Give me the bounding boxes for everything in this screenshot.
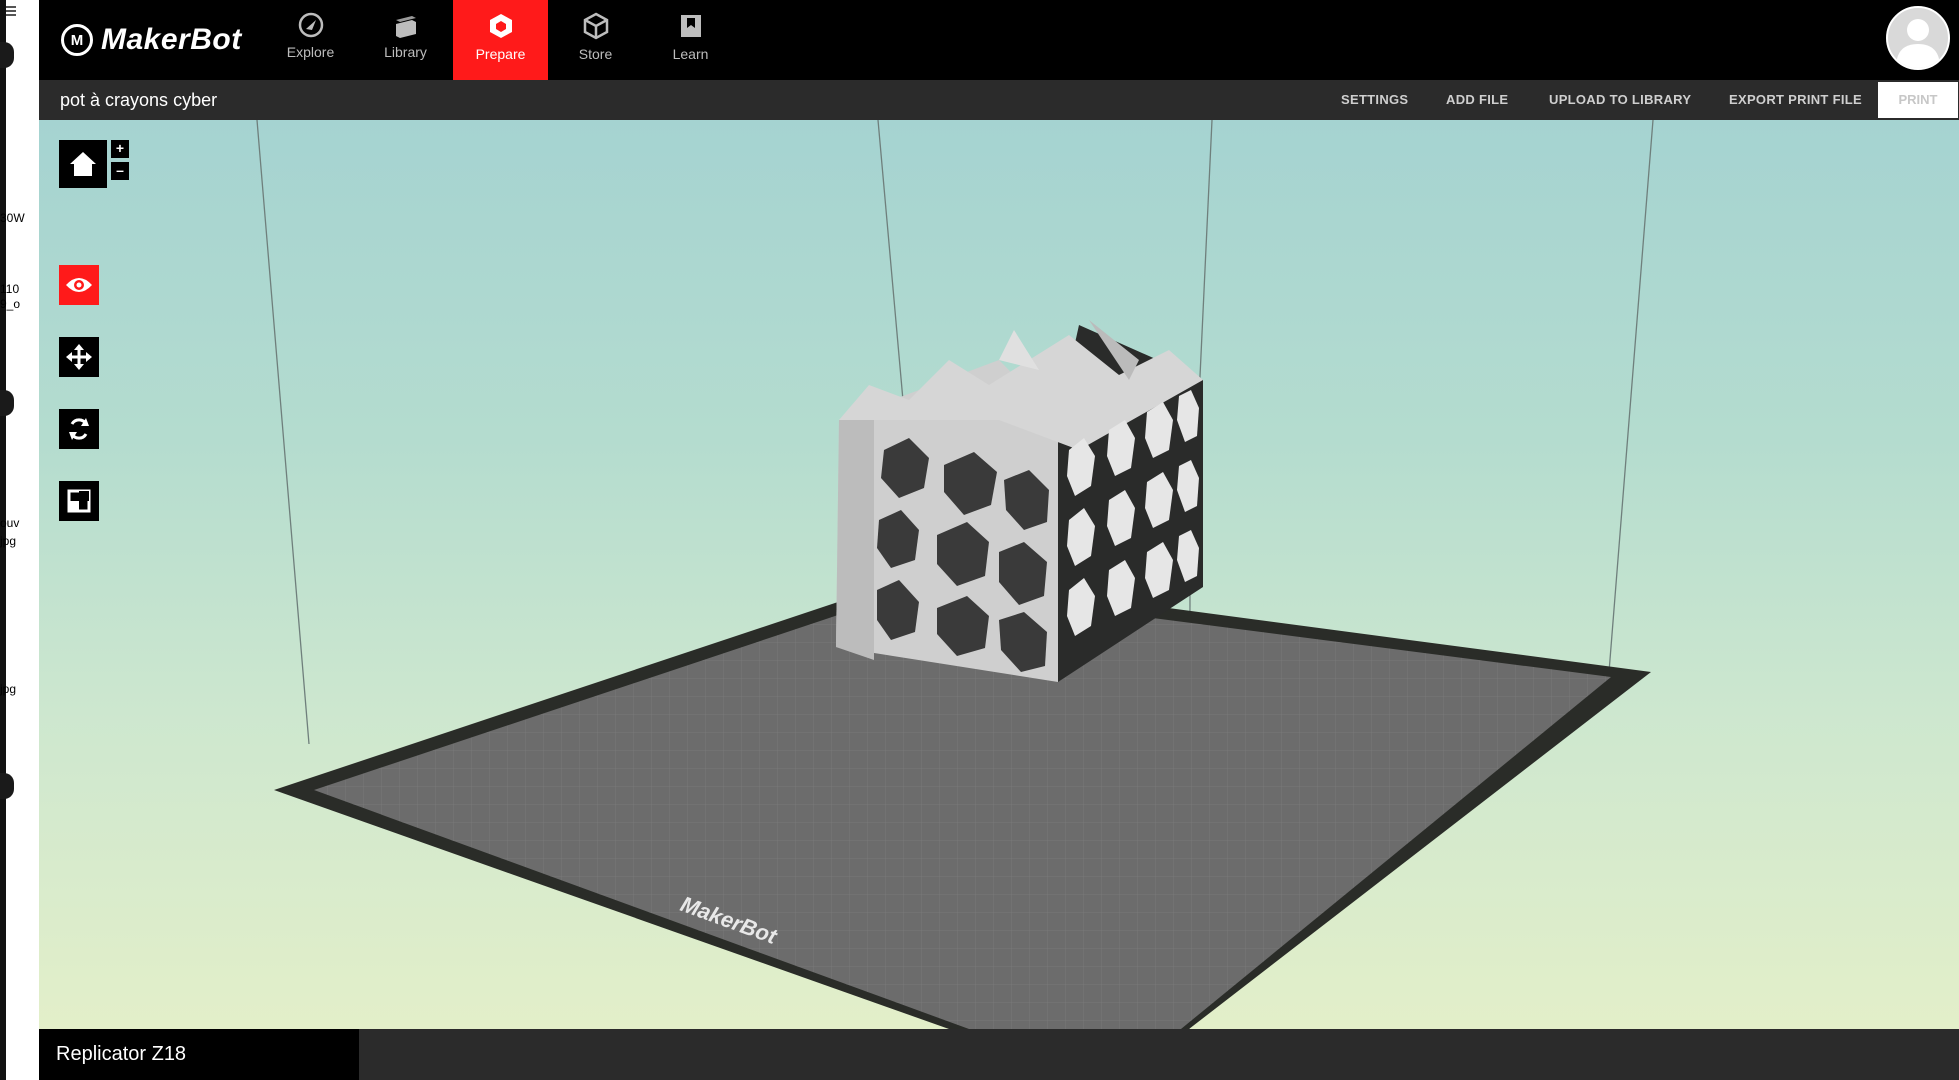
prepare-icon [489,14,512,38]
rotate-icon [69,418,89,440]
settings-button[interactable]: SETTINGS [1341,92,1408,107]
window-knob [0,390,14,416]
scale-icon [67,489,91,513]
desktop-file-label[interactable]: ouv [0,517,19,530]
rotate-tool-button[interactable] [59,409,99,449]
build-scene: MakerBot [256,120,1654,1029]
export-print-file-button[interactable]: EXPORT PRINT FILE [1729,92,1862,107]
top-navigation: M MakerBot Explore Library Prepare Store… [39,0,1959,80]
print-button[interactable]: PRINT [1878,82,1958,118]
nav-explore[interactable]: Explore [263,0,358,80]
makerbot-logo-icon: M [61,24,93,56]
desktop-file-label[interactable]: jpg [0,535,16,548]
makerbot-window: M MakerBot Explore Library Prepare Store… [39,0,1959,1080]
scale-tool-button[interactable] [59,481,99,521]
upload-to-library-button[interactable]: UPLOAD TO LIBRARY [1549,92,1691,107]
nav-label: Learn [672,46,709,62]
zoom-in-button[interactable]: + [111,140,129,158]
makerbot-logo[interactable]: M MakerBot [61,20,242,60]
add-file-button[interactable]: ADD FILE [1446,92,1508,107]
desktop-file-label[interactable]: 30W [0,212,25,225]
compass-icon [298,12,323,38]
status-bar: Replicator Z18 [39,1029,1959,1080]
home-view-button[interactable] [59,140,107,188]
nav-library[interactable]: Library [358,0,453,80]
desktop-file-label[interactable]: 9_o [0,298,20,311]
window-knob [0,773,14,799]
build-viewport[interactable]: MakerBot + – [39,120,1959,1029]
zoom-out-button[interactable]: – [111,162,129,180]
nav-label: Prepare [475,46,526,62]
nav-learn[interactable]: Learn [643,0,738,80]
nav-label: Explore [286,44,335,60]
move-arrows-icon [66,344,92,370]
printer-name[interactable]: Replicator Z18 [39,1029,359,1080]
library-icon [395,16,416,38]
desktop-file-label[interactable]: jpg [0,683,16,696]
user-icon [1896,19,1940,68]
desktop-file-label[interactable]: 110 [0,283,19,296]
brand-name: MakerBot [101,23,242,56]
window-knob [0,42,14,68]
home-icon [70,152,96,176]
store-icon [583,12,608,40]
nav-label: Store [578,46,613,62]
desktop-background-strip: 30W 110 9_o ouv jpg jpg [0,0,39,1080]
nav-prepare[interactable]: Prepare [453,0,548,80]
nav-label: Library [384,44,427,60]
nav-store[interactable]: Store [548,0,643,80]
learn-icon [680,15,701,37]
project-toolbar: pot à crayons cyber SETTINGS ADD FILE UP… [39,80,1959,120]
eye-icon [66,278,92,292]
user-avatar[interactable] [1886,6,1950,70]
project-title: pot à crayons cyber [60,90,218,110]
view-tool-button[interactable] [59,265,99,305]
move-tool-button[interactable] [59,337,99,377]
